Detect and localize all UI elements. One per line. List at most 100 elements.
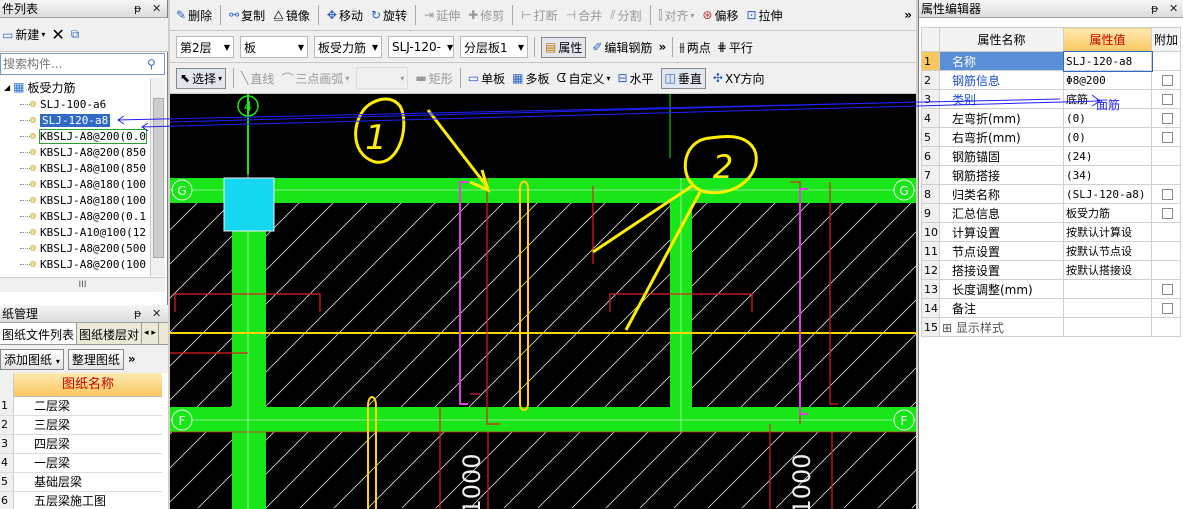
tab-drawing-floor[interactable]: 图纸楼层对 (77, 323, 143, 344)
property-name-header[interactable]: 属性名称 (939, 27, 1064, 52)
pin-icon[interactable]: ᵽ (134, 307, 141, 320)
delete-component-icon[interactable]: ✕ (51, 25, 64, 44)
beam-f[interactable] (170, 407, 916, 432)
property-row[interactable]: 12 搭接设置 按默认搭接设 (921, 260, 1181, 280)
search-input[interactable] (1, 55, 139, 73)
element-subtype-select[interactable]: 板受力筋 ▼ (314, 36, 382, 58)
property-row[interactable]: 1 名称 SLJ-120-a8 (921, 50, 1181, 72)
drawing-row[interactable]: 3 四层梁 (0, 435, 162, 454)
property-row[interactable]: 5 右弯折(mm) (0) (921, 127, 1181, 147)
move-button[interactable]: ✥ 移动 (327, 7, 363, 24)
collapse-icon[interactable]: ◢ (4, 83, 10, 92)
property-row[interactable]: 10 计算设置 按默认计算设 (921, 222, 1181, 242)
property-row[interactable]: 3 类别 底筋 (921, 89, 1181, 109)
tree-root[interactable]: ◢ ▦ 板受力筋 (0, 78, 150, 96)
property-value[interactable] (1063, 298, 1152, 318)
more-chevron-icon[interactable]: » (904, 8, 912, 22)
multi-slab-button[interactable]: ▦ 多板 (512, 70, 549, 87)
select-button[interactable]: ⬉ 选择 ▾ (176, 67, 227, 89)
draw-mode-select[interactable]: ▾ (356, 67, 409, 89)
horizontal-button[interactable]: ⊟ 水平 (617, 70, 653, 87)
property-row[interactable]: 4 左弯折(mm) (0) (921, 108, 1181, 128)
scrollbar-thumb[interactable] (153, 98, 164, 258)
split-button[interactable]: ⫽ 分割 (610, 7, 641, 24)
property-value[interactable]: Φ8@200 (1063, 70, 1152, 90)
delete-button[interactable]: ✎ 删除 (176, 7, 212, 24)
layer-select[interactable]: 分层板1 ▼ (460, 36, 528, 58)
extra-checkbox[interactable] (1162, 75, 1173, 86)
break-button[interactable]: ⊢ 打断 (521, 7, 557, 24)
xy-direction-button[interactable]: ✣ XY方向 (713, 70, 765, 87)
drawing-row[interactable]: 5 基础层梁 (0, 473, 162, 492)
pin-icon[interactable]: ᵽ (134, 2, 141, 15)
drawing-row[interactable]: 1 二层梁 (0, 397, 162, 416)
property-value[interactable]: (34) (1063, 165, 1152, 185)
property-row[interactable]: 8 归类名称 (SLJ-120-a8) (921, 184, 1181, 204)
rectangle-button[interactable]: ▬ 矩形 (415, 70, 452, 87)
property-row[interactable]: 2 钢筋信息 Φ8@200 (921, 70, 1181, 90)
pin-icon[interactable]: ᵽ (1151, 2, 1158, 15)
property-value[interactable]: (SLJ-120-a8) (1063, 184, 1152, 204)
property-value[interactable] (1063, 317, 1152, 337)
tree-item[interactable]: ⚙ KBSLJ-A8@200(850 (0, 144, 150, 160)
property-row[interactable]: 9 汇总信息 板受力筋 (921, 203, 1181, 223)
property-row[interactable]: 7 钢筋搭接 (34) (921, 165, 1181, 185)
property-row[interactable]: 11 节点设置 按默认节点设 (921, 241, 1181, 261)
extra-checkbox[interactable] (1162, 284, 1173, 295)
property-value[interactable]: 按默认节点设 (1063, 241, 1152, 261)
tree-item[interactable]: ⚙KBSLJ-A8@200(500 (0, 240, 150, 256)
mirror-button[interactable]: ⧋ 镜像 (273, 7, 310, 24)
tree-item[interactable]: ⚙ SLJ-120-a8 (0, 112, 150, 128)
edit-rebar-button[interactable]: ✐ 编辑钢筋 (592, 39, 652, 56)
extra-checkbox[interactable] (1162, 303, 1173, 314)
extra-checkbox[interactable] (1162, 189, 1173, 200)
extra-checkbox[interactable] (1162, 208, 1173, 219)
add-drawing-button[interactable]: 添加图纸 ▾ (0, 348, 64, 370)
property-value[interactable]: 按默认搭接设 (1063, 260, 1152, 280)
tree-item[interactable]: ⚙ KBSLJ-A8@180(100 (0, 176, 150, 192)
align-button[interactable]: ⫿ 对齐 ▾ (659, 7, 695, 24)
extra-checkbox[interactable] (1162, 113, 1173, 124)
vertical-button[interactable]: ◫ 垂直 (660, 67, 706, 89)
expand-icon[interactable]: ⊞ (942, 321, 956, 335)
offset-button[interactable]: ⊛ 偏移 (702, 7, 738, 24)
extra-checkbox[interactable] (1162, 94, 1173, 105)
beam-4-lower[interactable] (244, 432, 266, 509)
drawing-row[interactable]: 6 五层梁施工图 (0, 492, 162, 509)
property-row[interactable]: 15 ⊞ 显示样式 (921, 317, 1181, 337)
more-chevron-icon[interactable]: » (658, 40, 666, 54)
more-chevron-icon[interactable]: » (128, 352, 136, 366)
tree-vertical-scrollbar[interactable] (150, 78, 165, 276)
property-value[interactable]: 板受力筋 (1063, 203, 1152, 223)
property-value[interactable]: (0) (1063, 127, 1152, 147)
single-slab-button[interactable]: ▭ 单板 (468, 70, 505, 87)
search-icon[interactable]: ⚲ (147, 57, 156, 71)
element-type-select[interactable]: 板 ▼ (240, 36, 308, 58)
close-icon[interactable]: ✕ (152, 2, 161, 15)
tree-horizontal-scrollbar[interactable]: III (0, 277, 165, 292)
rotate-button[interactable]: ↻ 旋转 (371, 7, 407, 24)
beam-g[interactable] (170, 178, 916, 203)
two-points-button[interactable]: ⫵ 两点 (679, 39, 711, 56)
property-extra-header[interactable]: 附加 (1151, 27, 1181, 52)
tree-item[interactable]: ⚙ KBSLJ-A8@180(100 (0, 192, 150, 208)
tab-drawing-file-list[interactable]: 图纸文件列表 (0, 323, 78, 344)
property-value[interactable] (1063, 279, 1152, 299)
property-row[interactable]: 13 长度调整(mm) (921, 279, 1181, 299)
tree-item[interactable]: ⚙KBSLJ-A8@200(500 (0, 272, 150, 277)
line-button[interactable]: ╲ 直线 (241, 70, 274, 87)
extend-button[interactable]: ⇥ 延伸 (424, 7, 460, 24)
extra-checkbox[interactable] (1162, 132, 1173, 143)
trim-button[interactable]: ✚ 修剪 (468, 7, 504, 24)
column[interactable] (223, 177, 275, 232)
property-row[interactable]: 6 钢筋锚固 (24) (921, 146, 1181, 166)
property-button[interactable]: ▤ 属性 (541, 36, 587, 58)
close-icon[interactable]: ✕ (152, 307, 161, 320)
merge-button[interactable]: ⊣ 合并 (566, 7, 602, 24)
tree-item[interactable]: ⚙ KBSLJ-A8@100(850 (0, 160, 150, 176)
tree-item[interactable]: ⚙ KBSLJ-A8@200(0.0 (0, 128, 150, 144)
tree-item[interactable]: ⚙ KBSLJ-A8@200(0.1 (0, 208, 150, 224)
copy-button[interactable]: ⚯ 复制 (229, 7, 265, 24)
close-icon[interactable]: ✕ (1169, 2, 1178, 15)
property-value[interactable]: (24) (1063, 146, 1152, 166)
